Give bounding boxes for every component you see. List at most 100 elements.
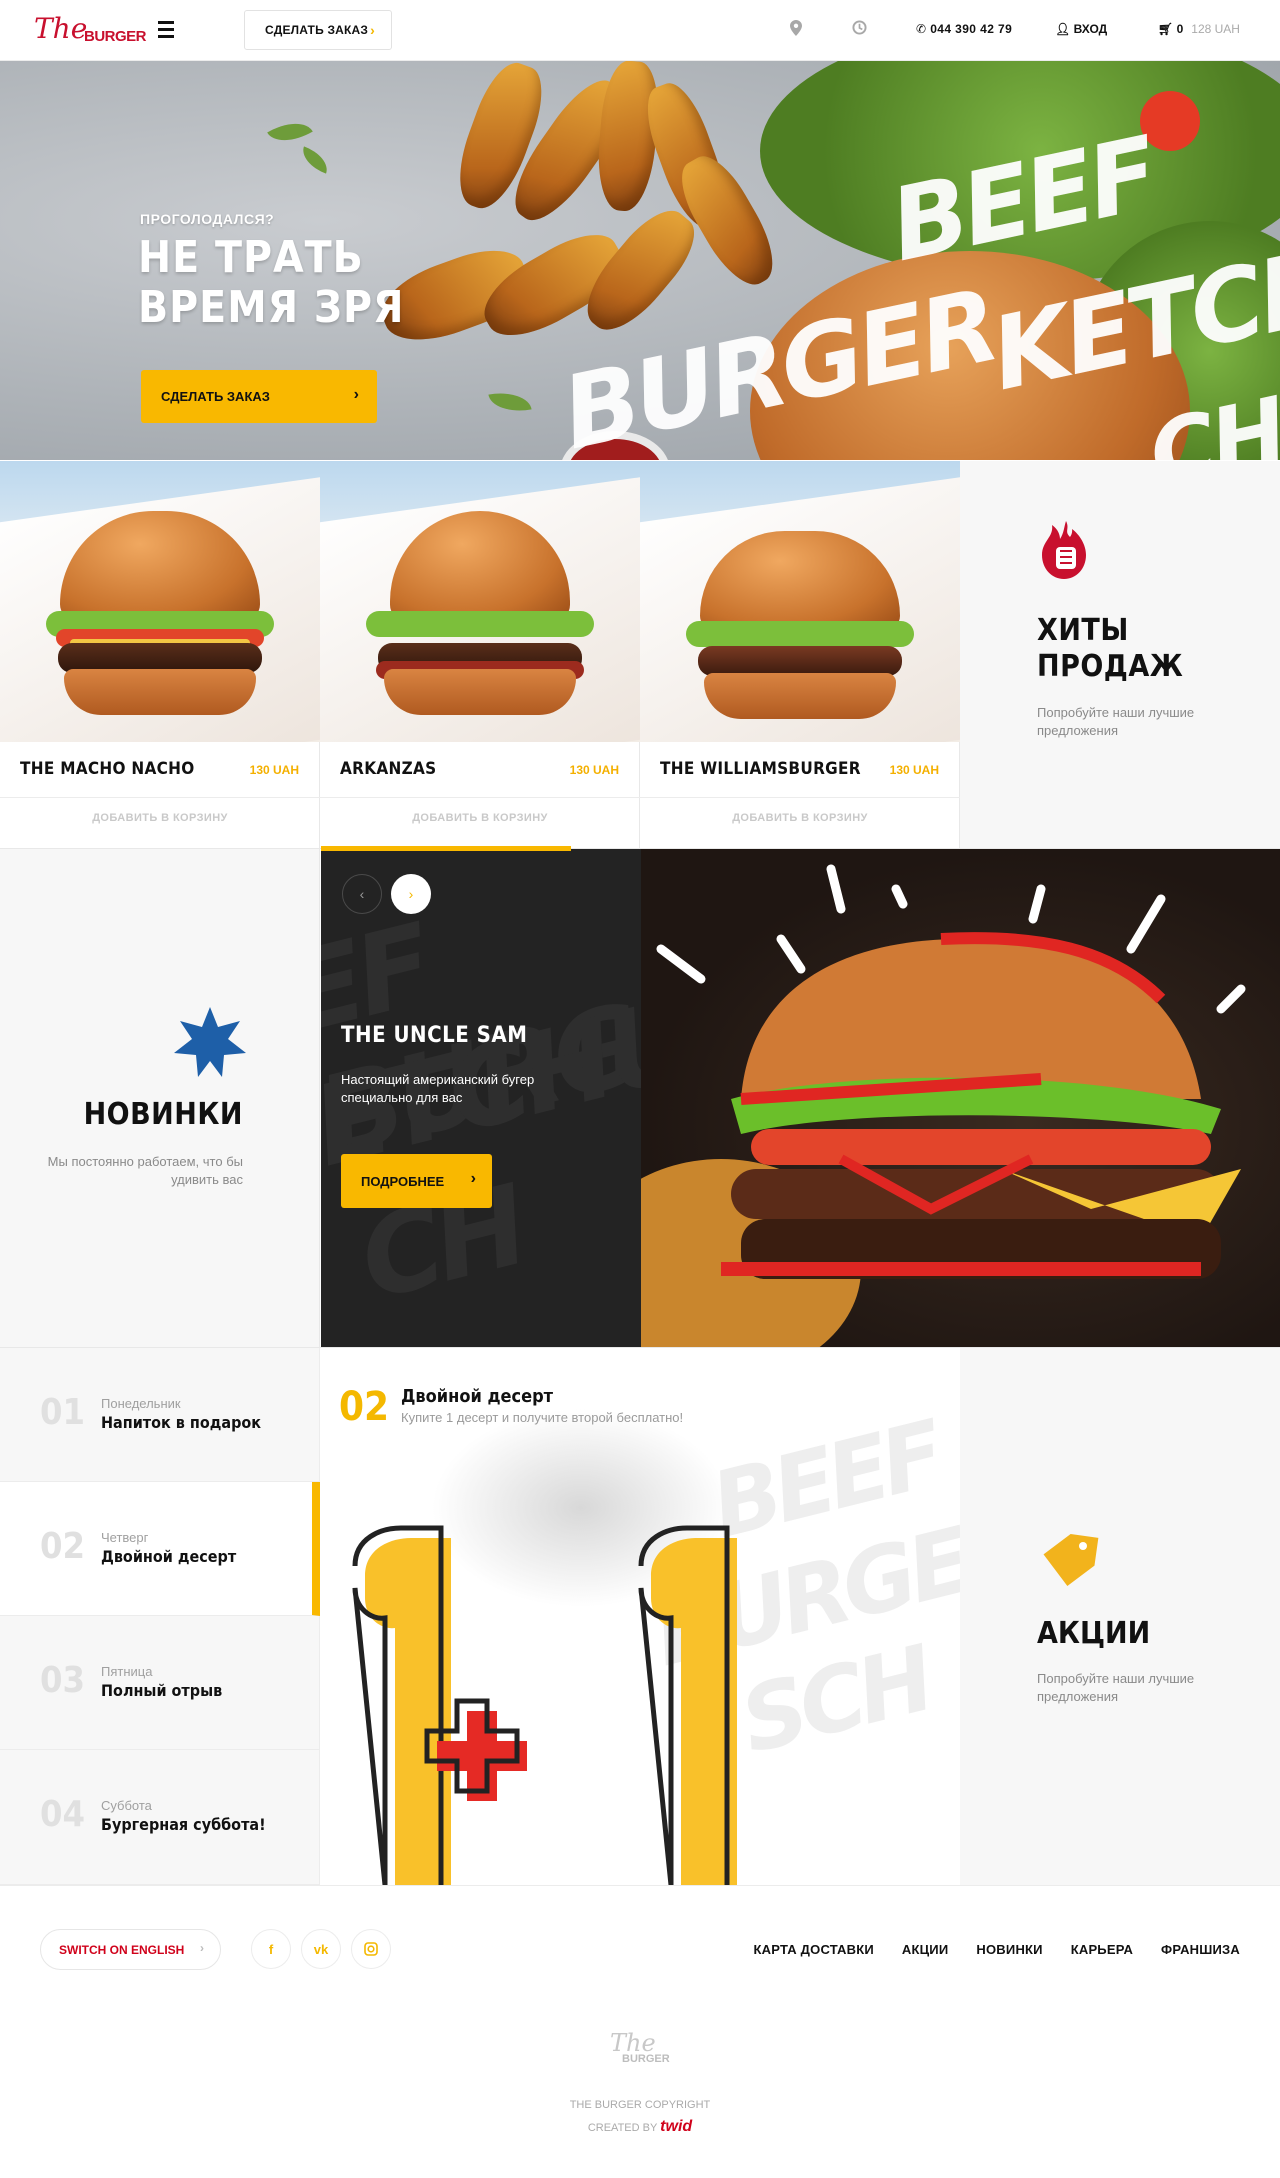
phone-link[interactable]: ✆ 044 390 42 79 — [916, 22, 1012, 36]
promo-day-item[interactable]: 01 Понедельник Напиток в подарок — [0, 1348, 320, 1482]
news-title: НОВИНКИ — [83, 1097, 243, 1132]
login-label: ВХОД — [1073, 22, 1108, 36]
menu-icon[interactable] — [158, 21, 180, 39]
footer-logo-burger: BURGER — [622, 2053, 670, 2065]
order-button-label: СДЕЛАТЬ ЗАКАЗ — [265, 23, 369, 37]
login-link[interactable]: 👤︎ ВХОД — [1055, 22, 1107, 36]
hero-title: НЕ ТРАТЬ ВРЕМЯ ЗРЯ — [138, 232, 405, 333]
promo-day-weekday: Четверг — [101, 1530, 149, 1545]
product-name: THE MACHO NACHO — [20, 759, 195, 779]
footer-nav-franchise[interactable]: ФРАНШИЗА — [1161, 1942, 1240, 1957]
hits-title: ХИТЫ ПРОДАЖ — [1037, 613, 1184, 684]
actions-title: АКЦИИ — [1037, 1616, 1151, 1651]
cart-count: 0 — [1176, 22, 1184, 36]
hero-subtitle: ПРОГОЛОДАЛСЯ? — [140, 211, 275, 227]
cherry-tomato — [1140, 91, 1200, 151]
footer-nav-delivery-map[interactable]: КАРТА ДОСТАВКИ — [754, 1942, 874, 1957]
phone-icon: ✆ — [916, 22, 931, 36]
hits-section[interactable]: ХИТЫ ПРОДАЖ Попробуйте наши лучшие предл… — [960, 461, 1280, 848]
uncle-sam-burger-image — [641, 849, 1280, 1347]
add-to-cart-button[interactable]: ДОБАВИТЬ В КОРЗИНУ — [0, 812, 320, 824]
facebook-icon[interactable]: f — [251, 1929, 291, 1969]
star-badge-icon — [174, 1007, 246, 1077]
news-text: Мы постоянно работаем, что бы удивить ва… — [47, 1154, 243, 1187]
slider-prev-button[interactable]: ‹ — [342, 874, 382, 914]
location-pin-icon[interactable] — [790, 20, 802, 36]
slide-title: THE UNCLE SAM — [341, 1023, 528, 1048]
promo-day-title: Двойной десерт — [101, 1547, 237, 1566]
more-button-label: ПОДРОБНЕЕ — [361, 1173, 445, 1189]
product-price: 130 UAH — [889, 763, 939, 777]
switch-language-button[interactable]: SWITCH ON ENGLISH › — [40, 1929, 221, 1970]
phone-number: 044 390 42 79 — [930, 22, 1013, 36]
more-button[interactable]: ПОДРОБНЕЕ › — [341, 1154, 492, 1208]
footer-nav-news[interactable]: НОВИНКИ — [976, 1942, 1042, 1957]
slide-text: Настоящий американский бугер специально … — [341, 1072, 535, 1105]
logo-burger: BURGER — [84, 28, 147, 45]
footer-nav-career[interactable]: КАРЬЕРА — [1071, 1942, 1133, 1957]
site-footer: SWITCH ON ENGLISH › f vk КАРТА ДОСТАВКИ … — [0, 1885, 1280, 2178]
product-card[interactable]: THE MACHO NACHO 130 UAH ДОБАВИТЬ В КОРЗИ… — [0, 461, 320, 848]
chevron-right-icon: › — [353, 386, 359, 403]
product-photo — [0, 461, 320, 742]
flame-fist-icon — [1042, 521, 1086, 579]
promo-day-title: Полный отрыв — [101, 1681, 223, 1700]
promo-day-number: 02 — [40, 1526, 86, 1567]
created-by-label: CREATED BY — [587, 2122, 658, 2134]
promo-day-weekday: Пятница — [101, 1664, 153, 1679]
product-name: THE WILLIAMSBURGER — [660, 759, 861, 779]
product-price: 130 UAH — [249, 763, 299, 777]
product-card[interactable]: ARKANZAS 130 UAH ДОБАВИТЬ В КОРЗИНУ — [320, 461, 640, 848]
one-plus-one-illustration — [352, 1525, 737, 1885]
product-photo — [640, 461, 960, 742]
price-tag-icon — [1043, 1533, 1099, 1587]
cart-sum: 128 UAH — [1191, 22, 1240, 36]
copyright-text: THE BURGER COPYRIGHT — [569, 2099, 711, 2111]
promo-day-number: 01 — [40, 1392, 86, 1433]
chevron-right-icon: › — [470, 1170, 476, 1187]
add-to-cart-button[interactable]: ДОБАВИТЬ В КОРЗИНУ — [640, 812, 960, 824]
promo-day-item[interactable]: 04 Суббота Бургерная суббота! — [0, 1750, 320, 1885]
hero-herb — [267, 112, 313, 152]
hero-herb — [297, 146, 333, 174]
actions-text: Попробуйте наши лучшие предложения — [1037, 1671, 1195, 1704]
promo-day-weekday: Понедельник — [101, 1396, 181, 1411]
created-by: CREATED BY twid — [0, 2118, 1280, 2136]
hero-order-button[interactable]: СДЕЛАТЬ ЗАКАЗ › — [141, 370, 377, 423]
slider-next-button[interactable]: › — [391, 874, 431, 914]
hero-order-label: СДЕЛАТЬ ЗАКАЗ — [161, 389, 270, 404]
instagram-icon[interactable] — [351, 1929, 391, 1969]
promo-day-number: 03 — [40, 1660, 86, 1701]
promo-day-title: Напиток в подарок — [101, 1413, 262, 1432]
promo-day-number: 04 — [40, 1794, 86, 1835]
add-to-cart-button[interactable]: ДОБАВИТЬ В КОРЗИНУ — [320, 812, 640, 824]
hits-text: Попробуйте наши лучшие предложения — [1037, 705, 1195, 738]
hero-herb — [488, 387, 532, 417]
site-header: The BURGER СДЕЛАТЬ ЗАКАЗ › ✆ 044 390 42 … — [0, 0, 1280, 61]
footer-logo[interactable]: The BURGER — [606, 2029, 676, 2079]
user-icon: 👤︎ — [1055, 22, 1074, 36]
cart-link[interactable]: 🛒︎ 0 128 UAH — [1158, 22, 1240, 36]
promo-day-item-active[interactable]: 02 Четверг Двойной десерт — [0, 1482, 320, 1616]
switch-language-label: SWITCH ON ENGLISH — [59, 1942, 185, 1957]
studio-logo[interactable]: twid — [660, 2118, 692, 2135]
footer-nav-actions[interactable]: АКЦИИ — [902, 1942, 949, 1957]
slider-progress-bar — [321, 846, 571, 851]
news-section[interactable]: НОВИНКИ Мы постоянно работаем, что бы уд… — [0, 849, 320, 1347]
chevron-right-icon: › — [200, 1941, 204, 1955]
logo[interactable]: The BURGER — [34, 12, 147, 48]
footer-nav: КАРТА ДОСТАВКИ АКЦИИ НОВИНКИ КАРЬЕРА ФРА… — [754, 1942, 1240, 1957]
product-photo — [320, 461, 640, 742]
vk-icon[interactable]: vk — [301, 1929, 341, 1969]
promo-day-weekday: Суббота — [101, 1798, 152, 1813]
cart-icon: 🛒︎ — [1158, 22, 1177, 36]
order-button-top[interactable]: СДЕЛАТЬ ЗАКАЗ › — [244, 10, 392, 50]
promo-day-title: Бургерная суббота! — [101, 1815, 266, 1834]
clock-icon[interactable] — [852, 20, 867, 35]
new-item-slider: EF BURG ETCHU CH ‹ › THE UNCLE SAM Насто… — [321, 849, 641, 1347]
hero-banner: BEEF BURGER KETCH CH ПРОГОЛОДАЛСЯ? НЕ ТР… — [0, 61, 1280, 460]
logo-the: The — [34, 12, 88, 45]
product-card[interactable]: THE WILLIAMSBURGER 130 UAH ДОБАВИТЬ В КО… — [640, 461, 960, 848]
promo-day-item[interactable]: 03 Пятница Полный отрыв — [0, 1616, 320, 1750]
actions-section[interactable]: АКЦИИ Попробуйте наши лучшие предложения — [960, 1348, 1280, 1885]
